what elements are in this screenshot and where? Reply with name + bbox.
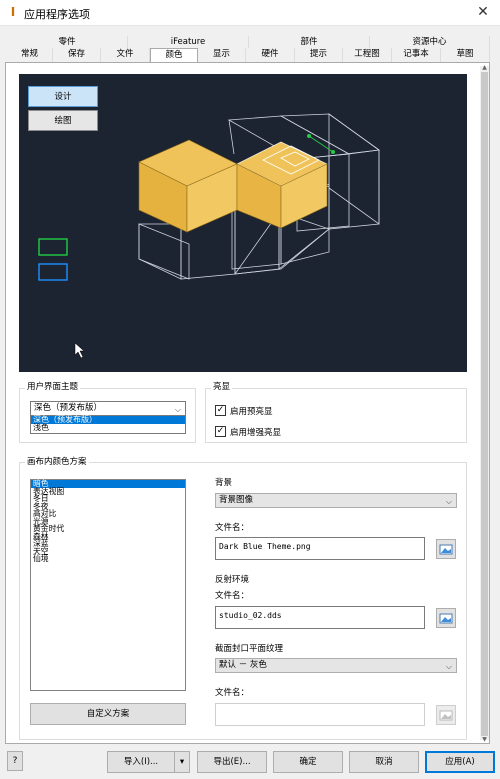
title-bar: I 应用程序选项 ✕ (0, 0, 500, 26)
browse-folder-icon[interactable] (436, 608, 456, 628)
tab-part[interactable]: 零件 (7, 36, 128, 48)
inventor-app-icon: I (10, 5, 16, 19)
background-file-label: 文件名： (215, 523, 250, 533)
tab-sketch[interactable]: 草图 (441, 48, 490, 62)
tab-drawing[interactable]: 工程图 (343, 48, 392, 62)
green-swatch (38, 238, 68, 256)
drawing-button[interactable]: 绘图 (28, 110, 98, 131)
tab-notebook[interactable]: 记事本 (392, 48, 441, 62)
enhanced-highlight-label: 启用增强亮显 (230, 428, 282, 438)
color-scheme-label: 画布内颜色方案 (25, 457, 89, 467)
tab-ifeature[interactable]: iFeature (128, 36, 249, 48)
theme-option-light[interactable]: 浅色 (31, 424, 185, 432)
reflection-file-label: 文件名： (215, 591, 250, 601)
theme-dropdown-list: 深色（预发布版） 浅色 (30, 415, 186, 434)
export-button[interactable]: 导出(E)... (197, 751, 267, 773)
cancel-button[interactable]: 取消 (349, 751, 419, 773)
section-file-field[interactable] (215, 703, 425, 726)
import-dropdown-button[interactable]: ▾ (174, 751, 190, 773)
ok-button[interactable]: 确定 (273, 751, 343, 773)
ui-theme-label: 用户界面主题 (25, 382, 81, 392)
list-item[interactable]: 仙境 (31, 555, 185, 563)
design-button[interactable]: 设计 (28, 86, 98, 107)
list-item[interactable]: 天空 (31, 547, 185, 556)
chevron-down-icon: ⌵ (445, 497, 452, 506)
background-label: 背景 (215, 478, 233, 488)
list-item[interactable]: 深蓝 (31, 540, 185, 548)
background-file-field[interactable]: Dark Blue Theme.png (215, 537, 425, 560)
list-item[interactable]: 表达视图 (31, 487, 185, 496)
window-title: 应用程序选项 (24, 8, 90, 21)
import-button[interactable]: 导入(I)... (107, 751, 175, 773)
tab-hardware[interactable]: 硬件 (246, 48, 295, 62)
tab-file[interactable]: 文件 (101, 48, 150, 62)
list-item[interactable]: 冬日 (31, 495, 185, 503)
custom-scheme-button[interactable]: 自定义方案 (30, 703, 186, 725)
tab-colors[interactable]: 颜色 (150, 48, 198, 63)
apply-button[interactable]: 应用(A) (425, 751, 495, 773)
list-item[interactable]: 高对比 (31, 510, 185, 518)
tab-content-center[interactable]: 资源中心 (370, 36, 490, 48)
scroll-down-icon[interactable]: ▼ (480, 736, 489, 743)
section-cap-combo[interactable]: 默认 － 灰色 ⌵ (215, 658, 457, 673)
section-file-label: 文件名： (215, 688, 250, 698)
color-scheme-list[interactable]: 暗色 表达视图 冬日 冬夜 高对比 光源 黄金时代 森林 深蓝 天空 仙境 (30, 479, 186, 691)
section-cap-combo-value: 默认 － 灰色 (219, 660, 267, 670)
theme-combo[interactable]: 深色（预发布版） ⌵ (30, 401, 186, 416)
tab-general[interactable]: 常规 (7, 48, 53, 62)
list-item[interactable]: 森林 (31, 532, 185, 541)
browse-folder-icon[interactable] (436, 539, 456, 559)
tab-row-top: 零件 iFeature 部件 资源中心 (7, 36, 490, 48)
enhanced-highlight-checkbox[interactable]: ✓ (215, 426, 226, 437)
list-item[interactable]: 黄金时代 (31, 525, 185, 533)
theme-combo-value: 深色（预发布版） (34, 403, 103, 413)
preselect-label: 启用预亮显 (230, 407, 273, 417)
chevron-down-icon: ⌵ (445, 662, 452, 671)
tab-display[interactable]: 显示 (198, 48, 246, 62)
tab-save[interactable]: 保存 (53, 48, 101, 62)
scroll-up-icon[interactable]: ▲ (480, 64, 489, 71)
background-combo-value: 背景图像 (219, 495, 254, 505)
browse-folder-icon[interactable] (436, 705, 456, 725)
close-icon[interactable]: ✕ (471, 2, 495, 22)
highlight-label: 亮显 (211, 382, 233, 392)
background-combo[interactable]: 背景图像 ⌵ (215, 493, 457, 508)
tab-row-bottom: 常规 保存 文件 颜色 显示 硬件 提示 工程图 记事本 草图 (7, 48, 490, 63)
tab-assembly[interactable]: 部件 (249, 36, 370, 48)
reflection-label: 反射环境 (215, 575, 250, 585)
preselect-checkbox[interactable]: ✓ (215, 405, 226, 416)
help-button[interactable]: ? (7, 751, 23, 771)
tab-prompts[interactable]: 提示 (295, 48, 343, 62)
blue-swatch (38, 263, 68, 281)
mouse-cursor-icon (74, 342, 85, 359)
reflection-file-field[interactable]: studio_02.dds (215, 606, 425, 629)
theme-option-dark[interactable]: 深色（预发布版） (31, 416, 185, 424)
section-cap-label: 截面封口平面纹理 (215, 644, 284, 654)
scrollbar-thumb[interactable] (481, 72, 488, 736)
